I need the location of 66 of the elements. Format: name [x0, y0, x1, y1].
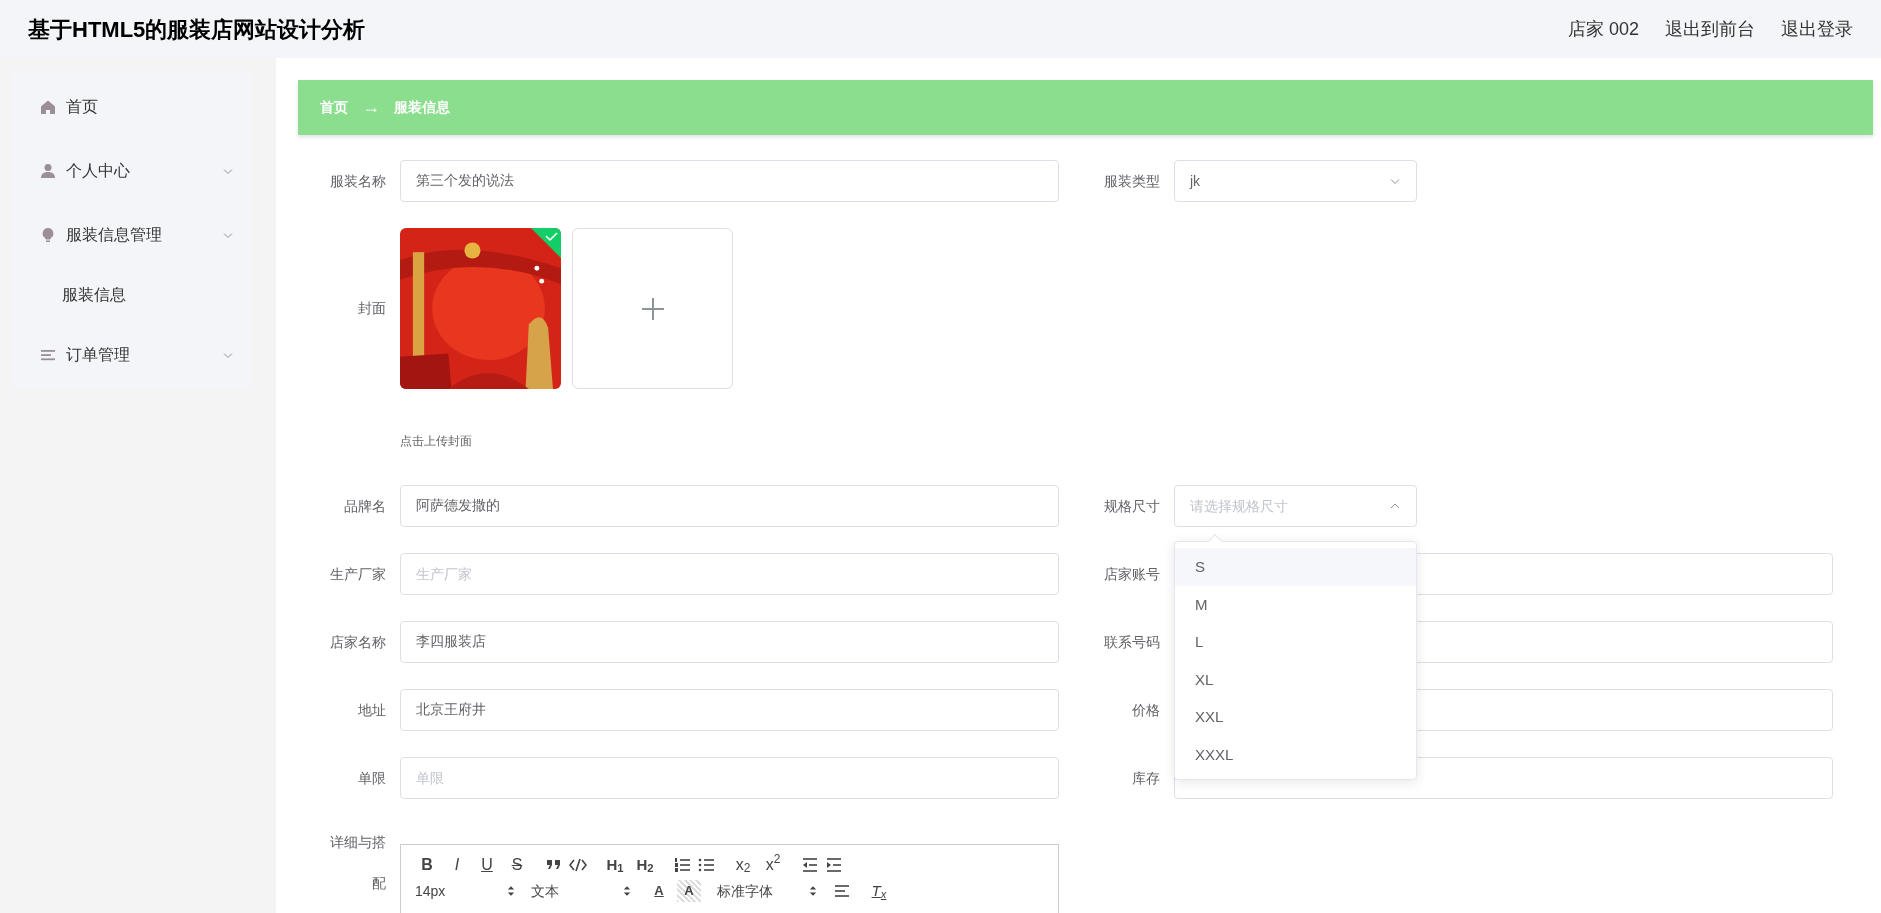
dropdown-option[interactable]: L: [1175, 623, 1416, 661]
field-label: 生产厂家: [329, 564, 387, 584]
strikethrough-button[interactable]: S: [505, 854, 529, 876]
user-icon: [40, 163, 56, 179]
field-label: 店家账号: [1103, 564, 1161, 584]
updown-icon: [623, 885, 631, 897]
input-field[interactable]: 生产厂家: [400, 553, 1059, 595]
dropdown-option[interactable]: S: [1175, 548, 1416, 586]
code-icon[interactable]: [569, 856, 587, 874]
script-button[interactable]: x$_{2}$: [731, 854, 755, 876]
updown-icon: [507, 885, 515, 897]
upload-hint: 点击上传封面: [400, 433, 472, 450]
field-label: 库存: [1131, 768, 1161, 788]
sidebar-subitem[interactable]: 服装信息: [12, 267, 252, 323]
input-field[interactable]: 阿萨德发撒的: [400, 485, 1059, 527]
field-label: 单限: [357, 768, 387, 788]
align-icon[interactable]: [833, 882, 851, 900]
field-label: 价格: [1131, 700, 1161, 720]
select-field[interactable]: jk: [1174, 160, 1417, 202]
field-label: 详细与搭配: [329, 833, 387, 893]
clear-format-button[interactable]: T$_{x}$: [867, 880, 891, 902]
numbered-list-icon[interactable]: [673, 856, 691, 874]
sidebar-item[interactable]: 个人中心: [12, 139, 252, 203]
indent-icon[interactable]: [825, 856, 843, 874]
italic-button[interactable]: I: [445, 854, 469, 876]
breadcrumb-separator: →: [362, 96, 380, 119]
bold-button[interactable]: B: [415, 854, 439, 876]
script-button[interactable]: x$^{2}$: [761, 854, 785, 876]
field-label: 封面: [357, 299, 387, 318]
list-icon: [40, 347, 56, 363]
home-icon: [40, 99, 56, 115]
field-label: 服装类型: [1103, 171, 1161, 191]
bulb-icon: [40, 227, 56, 243]
field-label: 联系号码: [1103, 632, 1161, 652]
heading-button[interactable]: H$_{2}$: [633, 854, 657, 876]
updown-icon: [809, 885, 817, 897]
dropdown-option[interactable]: M: [1175, 585, 1416, 623]
outdent-icon[interactable]: [801, 856, 819, 874]
toolbar-dropdown[interactable]: 14px: [415, 880, 515, 902]
text-color-button[interactable]: A: [647, 880, 671, 902]
input-field[interactable]: 北京王府井: [400, 689, 1059, 731]
underline-button[interactable]: U: [475, 854, 499, 876]
field-label: 店家名称: [329, 632, 387, 652]
bullet-list-icon[interactable]: [697, 856, 715, 874]
header-link[interactable]: 店家 002: [1567, 15, 1639, 43]
plus-icon: [639, 295, 666, 322]
sidebar-item[interactable]: 订单管理: [12, 323, 252, 387]
input-field[interactable]: 第三个发的说法: [400, 160, 1059, 202]
sidebar-item[interactable]: 服装信息管理: [12, 203, 252, 267]
toolbar-dropdown[interactable]: 文本: [531, 880, 631, 902]
heading-button[interactable]: H$_{1}$: [603, 854, 627, 876]
toolbar-dropdown[interactable]: 标准字体: [717, 880, 817, 902]
field-label: 地址: [357, 700, 387, 720]
dropdown-option[interactable]: XL: [1175, 660, 1416, 698]
input-field[interactable]: 单限: [400, 757, 1059, 799]
sidebar-item[interactable]: 首页: [12, 75, 252, 139]
field-label: 品牌名: [343, 496, 387, 516]
header-link[interactable]: 退出登录: [1781, 15, 1853, 43]
dropdown-option[interactable]: XXL: [1175, 698, 1416, 736]
header-link[interactable]: 退出到前台: [1665, 15, 1755, 43]
field-label: 服装名称: [329, 171, 387, 191]
dropdown-option[interactable]: XXXL: [1175, 735, 1416, 773]
input-field[interactable]: 李四服装店: [400, 621, 1059, 663]
site-title: 基于HTML5的服装店网站设计分析: [28, 15, 366, 44]
highlight-button[interactable]: A: [677, 880, 701, 902]
field-label: 规格尺寸: [1103, 496, 1161, 516]
